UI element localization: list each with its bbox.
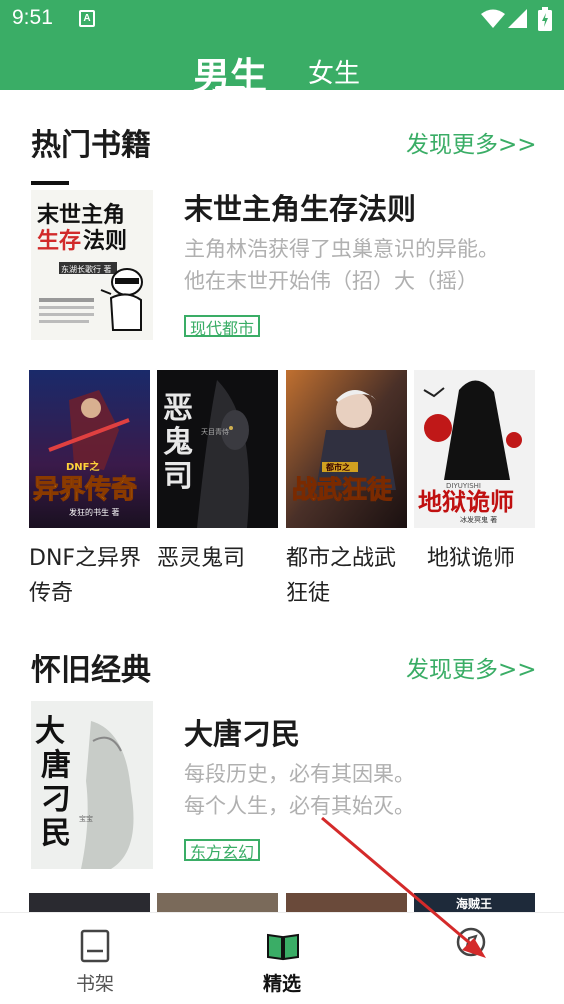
svg-text:DNF之: DNF之 — [66, 460, 100, 473]
cover-illustration: 恶 鬼 司 天目青侍 — [157, 370, 278, 528]
status-bar: 9:51 A — [0, 0, 564, 38]
classic-section-title: 怀旧经典 — [31, 653, 151, 688]
classic-featured-cover[interactable]: 大 唐 刁 民 宝宝 — [31, 701, 153, 869]
cover-illustration: DNF之 异界传奇 发狂的书生 著 — [29, 370, 150, 528]
grid-cover-4[interactable]: DIYUYISHI 地狱诡师 冰发冥鬼 著 — [414, 370, 535, 528]
cover-illustration: 末世主角 生存 法则 东湖长歌行 著 — [31, 190, 153, 340]
svg-text:末世主角: 末世主角 — [37, 202, 125, 228]
grid-cover-2[interactable]: 恶 鬼 司 天目青侍 — [157, 370, 278, 528]
gender-tabs: 男生 女生 — [0, 38, 564, 98]
svg-text:天目青侍: 天目青侍 — [201, 427, 229, 436]
bookshelf-icon — [80, 929, 110, 963]
nav-bookshelf-label: 书架 — [75, 973, 114, 995]
grid-cover-1[interactable]: DNF之 异界传奇 发狂的书生 著 — [29, 370, 150, 528]
nav-discover[interactable] — [420, 913, 520, 1004]
svg-text:地狱诡师: 地狱诡师 — [418, 488, 514, 516]
svg-text:异界传奇: 异界传奇 — [33, 475, 137, 505]
grid-title-1[interactable]: DNF之异界传奇 — [29, 541, 153, 611]
svg-text:法则: 法则 — [83, 229, 127, 254]
svg-text:恶: 恶 — [163, 391, 193, 426]
svg-text:战武狂徒: 战武狂徒 — [292, 475, 393, 504]
svg-text:宝宝: 宝宝 — [79, 814, 93, 823]
svg-text:大: 大 — [35, 714, 65, 749]
svg-text:民: 民 — [41, 816, 71, 851]
svg-text:司: 司 — [163, 459, 193, 494]
hot-section-title: 热门书籍 — [31, 128, 151, 163]
bottom-nav: 书架 精选 — [0, 912, 564, 1004]
section-underline — [31, 181, 69, 185]
cover-illustration: DIYUYISHI 地狱诡师 冰发冥鬼 著 — [414, 370, 535, 528]
svg-text:东湖长歌行 著: 东湖长歌行 著 — [61, 264, 112, 274]
svg-text:刁: 刁 — [41, 782, 71, 817]
tab-female[interactable]: 女生 — [308, 53, 360, 90]
svg-text:发狂的书生 著: 发狂的书生 著 — [69, 507, 120, 517]
svg-text:都市之: 都市之 — [325, 462, 350, 472]
hot-featured-title[interactable]: 末世主角生存法则 — [184, 186, 416, 228]
status-time: 9:51 — [12, 6, 53, 29]
classic-featured-tag: 东方玄幻 — [184, 839, 261, 861]
grid-title-2[interactable]: 恶灵鬼司 — [157, 541, 281, 576]
classic-featured-desc-2: 每个人生，必有其始灭。 — [184, 794, 415, 818]
classic-featured-title[interactable]: 大唐刁民 — [184, 711, 300, 753]
hot-featured-desc-2: 他在末世开始伟（招）大（摇） — [184, 269, 478, 293]
classic-more-link[interactable]: 发现更多>> — [406, 650, 537, 684]
grid-title-4[interactable]: 地狱诡师 — [427, 541, 551, 576]
hot-featured-tag: 现代都市 — [184, 315, 261, 337]
classic-grid-cover-4-text: 海贼王 — [456, 897, 493, 911]
nav-featured[interactable]: 精选 — [232, 913, 332, 1004]
svg-text:唐: 唐 — [41, 748, 71, 783]
svg-text:生存: 生存 — [37, 228, 81, 254]
cover-illustration: 都市之 战武狂徒 — [286, 370, 407, 528]
classic-featured-desc-1: 每段历史，必有其因果。 — [184, 762, 415, 786]
wifi-icon — [481, 9, 505, 28]
hot-featured-desc-1: 主角林浩获得了虫巢意识的异能。 — [184, 237, 499, 261]
top-header: 9:51 A 男生 女生 — [0, 0, 564, 98]
signal-icon — [508, 9, 527, 28]
hot-more-link[interactable]: 发现更多>> — [406, 125, 537, 159]
tab-indicator — [215, 86, 245, 90]
battery-icon — [538, 7, 552, 31]
nav-featured-label: 精选 — [262, 973, 301, 995]
open-book-icon — [267, 933, 299, 961]
nav-bookshelf[interactable]: 书架 — [45, 913, 145, 1004]
svg-text:鬼: 鬼 — [163, 425, 193, 460]
sim-icon: A — [79, 10, 95, 27]
hot-featured-cover[interactable]: 末世主角 生存 法则 东湖长歌行 著 — [31, 190, 153, 340]
grid-cover-3[interactable]: 都市之 战武狂徒 — [286, 370, 407, 528]
grid-title-3[interactable]: 都市之战武狂徒 — [286, 541, 410, 611]
svg-text:冰发冥鬼 著: 冰发冥鬼 著 — [460, 515, 497, 524]
compass-icon — [456, 927, 486, 957]
tab-male[interactable]: 男生 — [193, 46, 267, 100]
cover-illustration: 大 唐 刁 民 宝宝 — [31, 701, 153, 869]
